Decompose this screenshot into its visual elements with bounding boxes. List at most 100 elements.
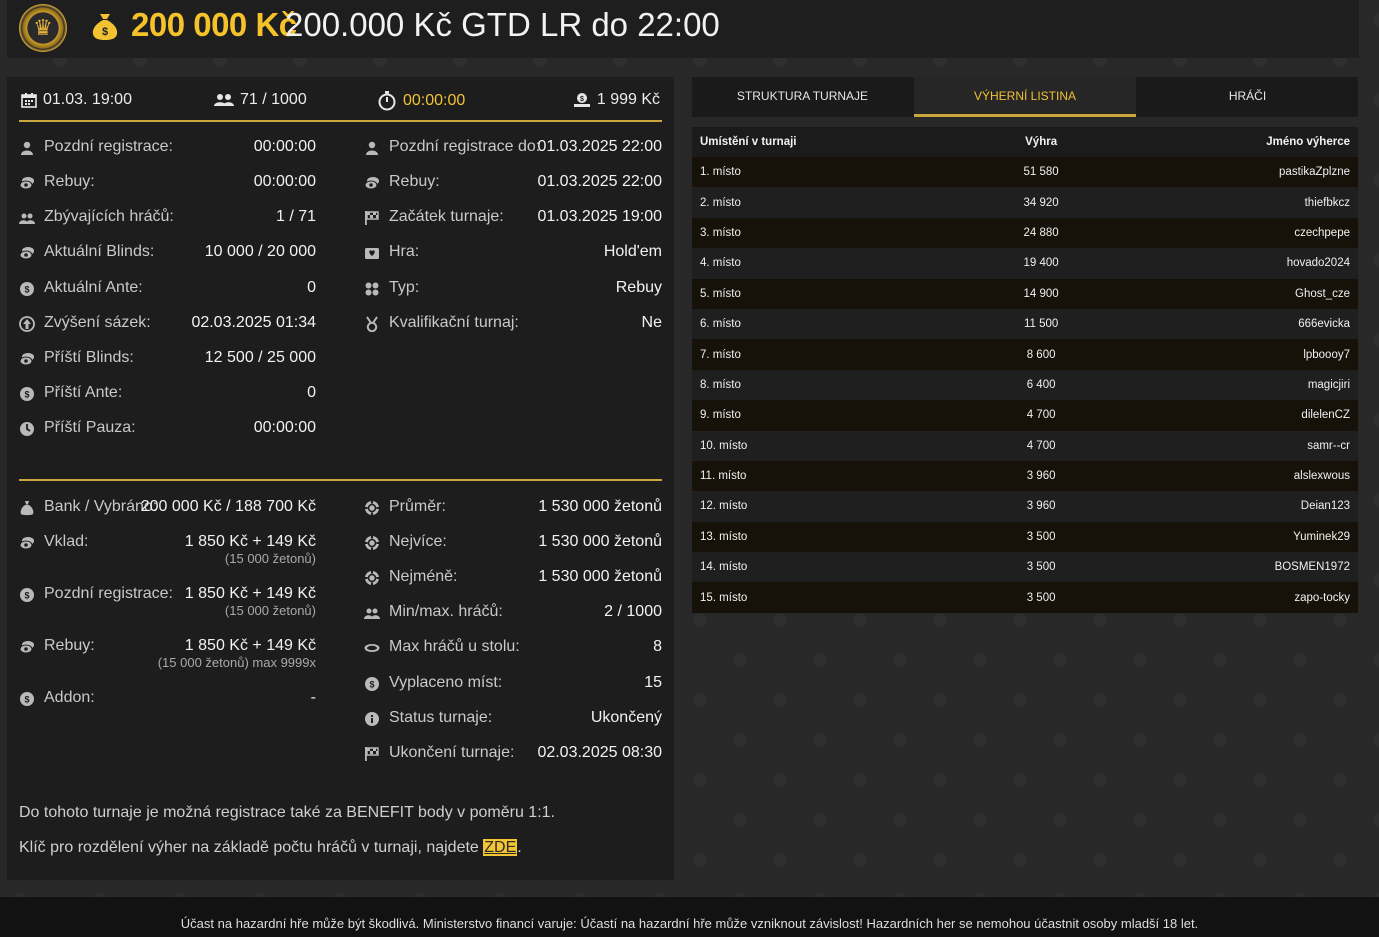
info-value: 01.03.2025 19:00 [537, 208, 662, 225]
svg-text:$: $ [24, 285, 29, 295]
info-label: Rebuy: [44, 637, 95, 654]
results-tabs: STRUKTURA TURNAJE VÝHERNÍ LISTINA HRÁČI [692, 77, 1358, 117]
info-value: 1 850 Kč + 149 Kč [184, 637, 316, 654]
info-row: Rebuy: 01.03.2025 22:00 [364, 173, 662, 195]
info-value: 02.03.2025 08:30 [537, 744, 662, 761]
chip-icon [365, 571, 379, 585]
arrow-up-icon [19, 316, 35, 332]
place-cell: 15. místo [692, 582, 977, 613]
winner-cell: lpboooy7 [1105, 339, 1358, 370]
info-value: Rebuy [615, 279, 662, 296]
place-cell: 10. místo [692, 430, 977, 461]
info-subvalue: (15 000 žetonů) [224, 603, 316, 618]
info-row: Příští Pauza: 00:00:00 [19, 419, 316, 441]
info-row: $ Aktuální Ante: 0 [19, 279, 316, 301]
stopwatch-icon [378, 91, 396, 111]
prize-cell: 51 580 [976, 157, 1106, 188]
chips-icon [19, 353, 34, 366]
buyin-fee: $ 1 999 Kč [573, 91, 660, 109]
info-value: Ne [641, 314, 662, 331]
info-value: 1 850 Kč + 149 Kč [184, 533, 316, 550]
info-label: Vklad: [44, 533, 89, 550]
winner-cell: Ghost_cze [1105, 278, 1358, 309]
winner-cell: Yuminek29 [1105, 521, 1358, 553]
prize-cell: 6 400 [976, 369, 1106, 401]
place-cell: 11. místo [692, 460, 977, 492]
svg-text:$: $ [24, 695, 29, 705]
start-date: 01.03. 19:00 [21, 91, 132, 109]
info-value: - [310, 689, 316, 706]
info-value: 00:00:00 [253, 173, 316, 190]
users-icon [364, 608, 380, 619]
info-row: Max hráčů u stolu: 8 [364, 638, 662, 660]
info-row: $ Vyplaceno míst: 15 [364, 674, 662, 696]
place-cell: 13. místo [692, 521, 977, 553]
payout-key-text: Klíč pro rozdělení výher na základě počt… [19, 839, 484, 856]
info-subvalue: (15 000 žetonů) max 9999x [157, 655, 316, 670]
summary-bar: 01.03. 19:00 71 / 1000 00:00:00 $ 1 999 … [19, 77, 662, 122]
coin-icon: $ [20, 692, 34, 706]
info-label: Nejméně: [389, 568, 458, 585]
prize-cell: 3 960 [976, 491, 1106, 522]
info-row: Vklad: 1 850 Kč + 149 Kč (15 000 žetonů) [19, 533, 316, 566]
info-value: 1 850 Kč + 149 Kč [184, 585, 316, 602]
tournament-info-panel: 01.03. 19:00 71 / 1000 00:00:00 $ 1 999 … [7, 77, 674, 880]
buyin-fee-value: 1 999 Kč [596, 91, 660, 108]
table-row: 13. místo 3 500 Yuminek29 [692, 521, 1358, 553]
chip-icon [365, 536, 379, 550]
tab-structure[interactable]: STRUKTURA TURNAJE [692, 77, 913, 117]
flag-icon [365, 211, 379, 225]
users-icon [214, 94, 234, 106]
table-row: 8. místo 6 400 magicjiri [692, 369, 1358, 401]
winner-cell: Deian123 [1105, 491, 1358, 522]
prize-cell: 4 700 [976, 400, 1106, 431]
info-label: Nejvíce: [389, 533, 447, 550]
chips-icon [19, 537, 34, 550]
info-row: Status turnaje: Ukončený [364, 709, 662, 731]
info-label: Kvalifikační turnaj: [389, 314, 519, 331]
info-row: Min/max. hráčů: 2 / 1000 [364, 603, 662, 625]
bag-icon [20, 501, 34, 516]
info-label: Vyplaceno míst: [389, 674, 503, 691]
info-value: 200 000 Kč / 188 700 Kč [140, 498, 316, 515]
table-icon [364, 644, 380, 652]
info-value: 01.03.2025 22:00 [537, 173, 662, 190]
countdown: 00:00:00 [377, 91, 465, 111]
winner-cell: zapo-tocky [1105, 582, 1358, 613]
info-row: Zvýšení sázek: 02.03.2025 01:34 [19, 314, 316, 336]
prize-cell: 3 500 [976, 552, 1106, 583]
chips-icon [364, 177, 379, 190]
header-winner: Jméno výherce [1105, 127, 1358, 157]
table-row: 11. místo 3 960 alslexwous [692, 460, 1358, 492]
info-value: 00:00:00 [253, 138, 316, 155]
prize-cell: 34 920 [976, 187, 1106, 218]
info-label: Pozdní registrace: [44, 138, 173, 155]
info-label: Max hráčů u stolu: [389, 638, 520, 655]
table-row: 9. místo 4 700 dilelenCZ [692, 400, 1358, 431]
tab-players[interactable]: HRÁČI [1137, 77, 1358, 117]
tab-prize-list[interactable]: VÝHERNÍ LISTINA [914, 77, 1136, 117]
info-value: 0 [307, 384, 316, 401]
table-row: 3. místo 24 880 czechpepe [692, 217, 1358, 249]
coin-icon: $ [365, 677, 379, 691]
payout-key-link[interactable]: ZDE [483, 839, 518, 856]
place-cell: 6. místo [692, 308, 977, 340]
svg-text:$: $ [580, 96, 584, 103]
trophy-logo-icon[interactable]: ♛ [19, 4, 67, 52]
prize-cell: 3 960 [976, 460, 1106, 492]
chip-icon [365, 501, 379, 515]
info-value: 8 [653, 638, 662, 655]
chips-icon [19, 177, 34, 190]
prize-cell: 8 600 [976, 339, 1106, 370]
page-title: 200.000 Kč GTD LR do 22:00 [285, 6, 720, 43]
prize-cell: 3 500 [976, 521, 1106, 553]
info-row: Typ: Rebuy [364, 279, 662, 301]
info-row: Příští Blinds: 12 500 / 25 000 [19, 349, 316, 371]
info-label: Zbývajících hráčů: [44, 208, 174, 225]
info-label: Ukončení turnaje: [389, 744, 515, 761]
place-cell: 2. místo [692, 187, 977, 218]
start-date-value: 01.03. 19:00 [43, 91, 132, 108]
coin-icon: $ [20, 387, 34, 401]
user-icon [21, 141, 33, 155]
winner-cell: thiefbkcz [1105, 187, 1358, 218]
